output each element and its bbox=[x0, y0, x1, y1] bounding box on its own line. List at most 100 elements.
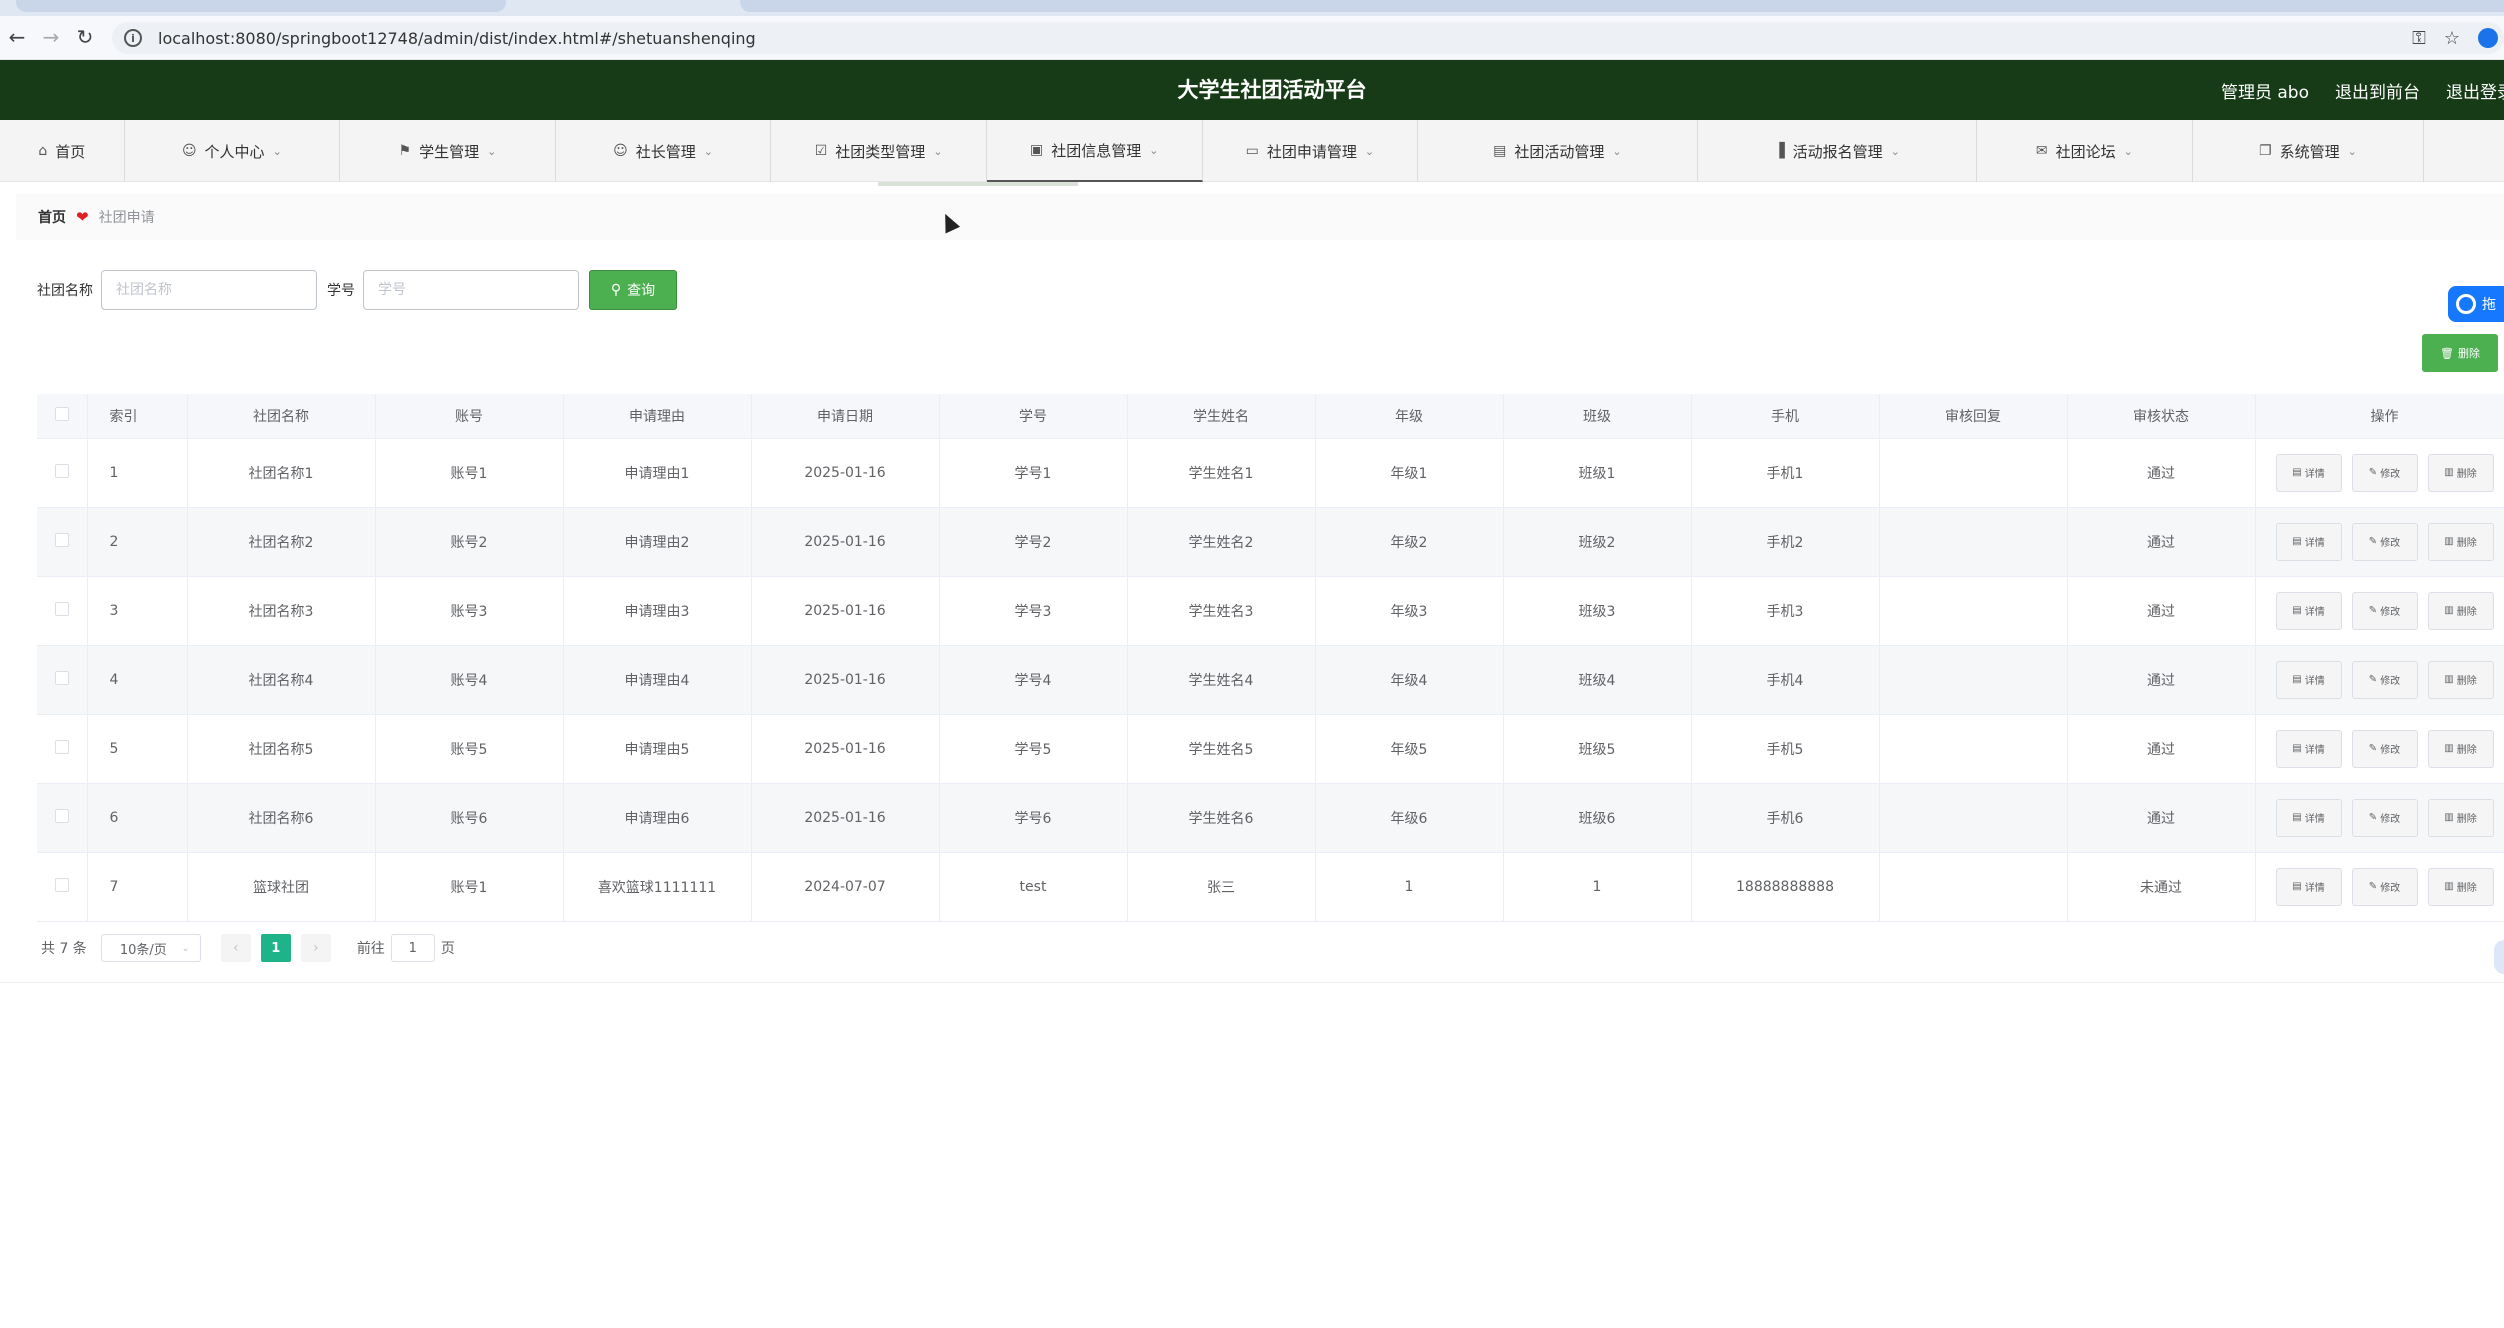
table-row[interactable]: 4 社团名称4 账号4 申请理由4 2025-01-16 学号4 学生姓名4 年级4 班级4 手机… bbox=[37, 645, 2504, 715]
club-name-input[interactable] bbox=[101, 270, 317, 310]
menu-item[interactable]: ❐ 系统管理 ⌄ bbox=[2193, 120, 2425, 182]
row-checkbox[interactable] bbox=[54, 808, 69, 823]
query-button[interactable]: ⚲ 查询 bbox=[589, 270, 677, 310]
row-checkbox[interactable] bbox=[54, 670, 69, 685]
menu-item[interactable]: ▭ 社团申请管理 ⌄ bbox=[1203, 120, 1419, 182]
key-icon[interactable]: ⚿ bbox=[2412, 28, 2426, 49]
edit-button[interactable]: ✎ 修改 bbox=[2351, 591, 2418, 630]
chevron-down-icon: ⌄ bbox=[2123, 144, 2133, 158]
detail-button[interactable]: ▤ 详情 bbox=[2275, 522, 2342, 561]
delete-button[interactable]: ▥ 删除 bbox=[2427, 798, 2494, 837]
table-row[interactable]: 5 社团名称5 账号5 申请理由5 2025-01-16 学号5 学生姓名5 年级5 班级5 手机… bbox=[37, 714, 2504, 784]
edit-button[interactable]: ✎ 修改 bbox=[2351, 798, 2418, 837]
url-box[interactable]: i localhost:8080/springboot12748/admin/d… bbox=[112, 22, 2504, 54]
next-page-button[interactable]: › bbox=[300, 934, 331, 962]
row-checkbox[interactable] bbox=[54, 532, 69, 547]
menu-item[interactable]: ▤ 社团活动管理 ⌄ bbox=[1418, 120, 1698, 182]
menu-item[interactable]: ☺ 个人中心 ⌄ bbox=[125, 120, 341, 182]
cell-reason: 申请理由5 bbox=[563, 714, 752, 784]
reload-icon[interactable]: ↻ bbox=[72, 24, 98, 50]
page-size-select[interactable]: 10条/页 ⌄ bbox=[100, 934, 201, 962]
menu-item[interactable]: ☺ 社长管理 ⌄ bbox=[556, 120, 772, 182]
comment-icon: ▤ bbox=[1493, 143, 1507, 159]
row-checkbox[interactable] bbox=[54, 463, 69, 478]
delete-button[interactable]: ▥ 删除 bbox=[2427, 591, 2494, 630]
trash-icon: ▥ bbox=[2444, 812, 2454, 823]
edit-button-label: 修改 bbox=[2380, 883, 2401, 894]
cell-reason: 申请理由3 bbox=[563, 576, 752, 646]
menu-item[interactable]: ⚑ 学生管理 ⌄ bbox=[340, 120, 556, 182]
edit-button[interactable]: ✎ 修改 bbox=[2351, 660, 2418, 699]
edit-button[interactable]: ✎ 修改 bbox=[2351, 522, 2418, 561]
edit-button[interactable]: ✎ 修改 bbox=[2351, 453, 2418, 492]
breadcrumb-home[interactable]: 首页 bbox=[38, 207, 66, 227]
delete-button[interactable]: ▥ 删除 bbox=[2427, 867, 2494, 906]
detail-button[interactable]: ▤ 详情 bbox=[2275, 798, 2342, 837]
detail-button[interactable]: ▤ 详情 bbox=[2275, 660, 2342, 699]
browser-tab[interactable] bbox=[740, 0, 2504, 12]
table-row[interactable]: 7 篮球社团 账号1 喜欢篮球1111111 2024-07-07 test 张三 1 1 188… bbox=[37, 852, 2504, 922]
back-icon[interactable]: ← bbox=[4, 24, 30, 50]
browser-tab[interactable] bbox=[16, 0, 506, 12]
cell-name: 学生姓名5 bbox=[1127, 714, 1316, 784]
menu-item-label: 个人中心 bbox=[204, 142, 265, 161]
detail-button[interactable]: ▤ 详情 bbox=[2275, 453, 2342, 492]
back-to-front-link[interactable]: 退出到前台 bbox=[2335, 78, 2420, 103]
table-header-row: 索引 社团名称 账号 申请理由 申请日期 学号 学生姓名 年级 班级 手机 审核回复 审核状态 操作 bbox=[37, 394, 2504, 439]
select-all-cell[interactable] bbox=[37, 394, 88, 439]
goto-page-input[interactable] bbox=[390, 934, 435, 962]
student-no-input[interactable] bbox=[363, 270, 579, 310]
row-checkbox[interactable] bbox=[54, 739, 69, 754]
floating-widget[interactable]: 拖 bbox=[2448, 286, 2504, 322]
cell-student-no: 学号5 bbox=[939, 714, 1128, 784]
cell-class: 班级6 bbox=[1503, 783, 1692, 853]
row-select-cell[interactable] bbox=[37, 507, 88, 577]
side-scroll-widget[interactable] bbox=[2494, 940, 2504, 974]
profile-icon[interactable] bbox=[2478, 28, 2498, 48]
prev-page-button[interactable]: ‹ bbox=[220, 934, 251, 962]
row-checkbox[interactable] bbox=[54, 877, 69, 892]
star-icon[interactable]: ☆ bbox=[2444, 28, 2460, 49]
menu-item[interactable]: ☑ 社团类型管理 ⌄ bbox=[771, 120, 987, 182]
table-row[interactable]: 1 社团名称1 账号1 申请理由1 2025-01-16 学号1 学生姓名1 年级1 班级1 手机… bbox=[37, 438, 2504, 508]
detail-button[interactable]: ▤ 详情 bbox=[2275, 591, 2342, 630]
row-select-cell[interactable] bbox=[37, 783, 88, 853]
checkbox-icon: ☑ bbox=[814, 143, 828, 159]
detail-button[interactable]: ▤ 详情 bbox=[2275, 867, 2342, 906]
row-checkbox[interactable] bbox=[54, 601, 69, 616]
edit-button[interactable]: ✎ 修改 bbox=[2351, 867, 2418, 906]
menu-item[interactable]: ✉ 社团论坛 ⌄ bbox=[1977, 120, 2193, 182]
menu-item[interactable]: ⌂ 首页 bbox=[0, 120, 125, 182]
logout-link[interactable]: 退出登录 bbox=[2446, 78, 2504, 103]
url-text[interactable]: localhost:8080/springboot12748/admin/dis… bbox=[158, 29, 756, 48]
table-row[interactable]: 3 社团名称3 账号3 申请理由3 2025-01-16 学号3 学生姓名3 年级3 班级3 手机… bbox=[37, 576, 2504, 646]
delete-button[interactable]: ▥ 删除 bbox=[2427, 729, 2494, 768]
edit-button[interactable]: ✎ 修改 bbox=[2351, 729, 2418, 768]
row-select-cell[interactable] bbox=[37, 714, 88, 784]
row-select-cell[interactable] bbox=[37, 576, 88, 646]
select-all-checkbox[interactable] bbox=[54, 406, 69, 421]
menu-item[interactable]: ▣ 社团信息管理 ⌄ bbox=[986, 120, 1203, 182]
table-row[interactable]: 2 社团名称2 账号2 申请理由2 2025-01-16 学号2 学生姓名2 年级2 班级2 手机… bbox=[37, 507, 2504, 577]
row-select-cell[interactable] bbox=[37, 438, 88, 508]
cell-account: 账号5 bbox=[375, 714, 564, 784]
delete-button[interactable]: ▥ 删除 bbox=[2427, 660, 2494, 699]
cell-class: 班级2 bbox=[1503, 507, 1692, 577]
delete-button[interactable]: ▥ 删除 bbox=[2427, 453, 2494, 492]
batch-delete-button[interactable]: 🗑 删除 bbox=[2422, 334, 2498, 372]
table-row[interactable]: 6 社团名称6 账号6 申请理由6 2025-01-16 学号6 学生姓名6 年级6 班级6 手机… bbox=[37, 783, 2504, 853]
row-select-cell[interactable] bbox=[37, 645, 88, 715]
delete-button[interactable]: ▥ 删除 bbox=[2427, 522, 2494, 561]
forward-icon[interactable]: → bbox=[38, 24, 64, 50]
goto-label: 前往 bbox=[356, 941, 385, 957]
row-select-cell[interactable] bbox=[37, 852, 88, 922]
site-info-icon[interactable]: i bbox=[124, 29, 142, 47]
detail-button[interactable]: ▤ 详情 bbox=[2275, 729, 2342, 768]
file-icon: ▤ bbox=[2292, 674, 2302, 685]
pencil-icon: ✎ bbox=[2368, 743, 2378, 754]
edit-button-label: 修改 bbox=[2380, 607, 2401, 618]
cell-class: 班级4 bbox=[1503, 645, 1692, 715]
menu-item[interactable]: ▐ 活动报名管理 ⌄ bbox=[1698, 120, 1978, 182]
page-number-current[interactable]: 1 bbox=[260, 934, 291, 962]
delete-button-label: 删除 bbox=[2456, 469, 2477, 480]
